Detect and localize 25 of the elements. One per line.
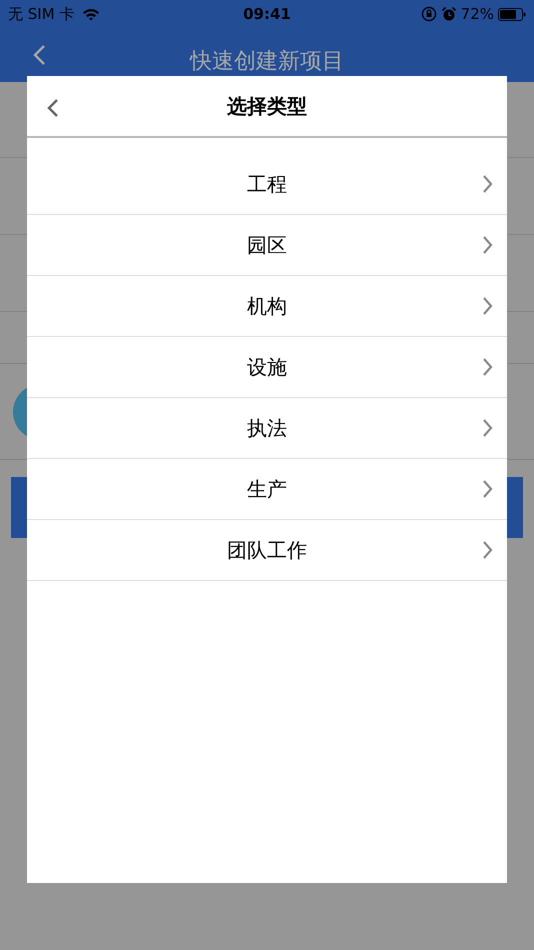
type-list-item[interactable]: 执法 bbox=[27, 398, 507, 459]
back-icon[interactable] bbox=[47, 98, 59, 118]
type-list-item[interactable]: 机构 bbox=[27, 276, 507, 337]
clock-time: 09:41 bbox=[243, 4, 291, 25]
chevron-right-icon bbox=[482, 540, 493, 560]
type-list-item[interactable]: 工程 bbox=[27, 154, 507, 215]
battery-icon bbox=[498, 8, 526, 20]
carrier-label: 无 SIM 卡 bbox=[8, 4, 74, 25]
chevron-right-icon bbox=[482, 235, 493, 255]
type-list-item[interactable]: 生产 bbox=[27, 459, 507, 520]
dialog-title: 选择类型 bbox=[227, 93, 307, 120]
wifi-icon bbox=[82, 8, 100, 20]
chevron-right-icon bbox=[482, 357, 493, 377]
type-list-item[interactable]: 设施 bbox=[27, 337, 507, 398]
chevron-right-icon bbox=[482, 174, 493, 194]
alarm-icon bbox=[440, 6, 457, 22]
type-list-item[interactable]: 园区 bbox=[27, 215, 507, 276]
chevron-right-icon bbox=[482, 479, 493, 499]
type-list-item[interactable]: 团队工作 bbox=[27, 520, 507, 581]
battery-percent: 72% bbox=[460, 4, 494, 25]
chevron-right-icon bbox=[482, 296, 493, 316]
back-icon[interactable] bbox=[33, 44, 46, 66]
chevron-right-icon bbox=[482, 418, 493, 438]
page-title: 快速创建新项目 bbox=[190, 48, 344, 76]
rotation-lock-icon bbox=[420, 6, 437, 22]
